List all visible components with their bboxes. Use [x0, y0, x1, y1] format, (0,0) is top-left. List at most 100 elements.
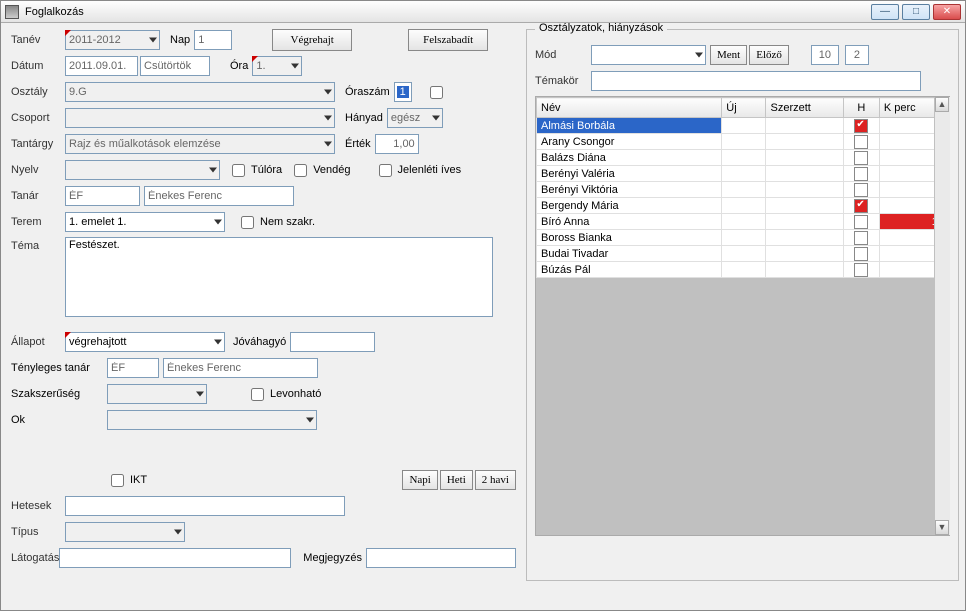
table-row[interactable]: Arany Csongor	[537, 134, 949, 150]
col-h[interactable]: H	[843, 98, 879, 118]
student-name[interactable]: Búzás Pál	[537, 262, 722, 278]
ora-select[interactable]: 1.	[252, 56, 302, 76]
havi-button[interactable]: 2 havi	[475, 470, 516, 490]
students-table[interactable]: Név Új Szerzett H K perc Almási BorbálaA…	[536, 97, 949, 278]
osztaly-select[interactable]: 9.G	[65, 82, 335, 102]
megjegyzes-input[interactable]	[366, 548, 516, 568]
student-name[interactable]: Arany Csongor	[537, 134, 722, 150]
student-name[interactable]: Almási Borbála	[537, 118, 722, 134]
ikt-check[interactable]	[111, 474, 124, 487]
tulora-check[interactable]	[232, 164, 245, 177]
scroll-up-icon[interactable]: ▲	[935, 97, 949, 112]
terem-select[interactable]: 1. emelet 1.	[65, 212, 225, 232]
nap-input[interactable]	[194, 30, 232, 50]
tantargy-select[interactable]: Rajz és műalkotások elemzése	[65, 134, 335, 154]
h-cell[interactable]	[843, 214, 879, 230]
maximize-button[interactable]: □	[902, 4, 930, 20]
szerzett-cell[interactable]	[766, 246, 843, 262]
h-checkbox[interactable]	[854, 151, 868, 165]
szerzett-cell[interactable]	[766, 262, 843, 278]
h-cell[interactable]	[843, 230, 879, 246]
student-name[interactable]: Balázs Diána	[537, 150, 722, 166]
jelenleti-check[interactable]	[379, 164, 392, 177]
h-checkbox[interactable]	[854, 263, 868, 277]
uj-cell[interactable]	[722, 246, 766, 262]
tanev-select[interactable]: 2011-2012	[65, 30, 160, 50]
table-row[interactable]: Búzás Pál	[537, 262, 949, 278]
h-cell[interactable]	[843, 198, 879, 214]
szerzett-cell[interactable]	[766, 150, 843, 166]
table-row[interactable]: Bíró Anna12	[537, 214, 949, 230]
table-scrollbar[interactable]: ▲ ▼	[934, 97, 950, 535]
h-checkbox[interactable]	[854, 231, 868, 245]
student-name[interactable]: Budai Tivadar	[537, 246, 722, 262]
col-szerzett[interactable]: Szerzett	[766, 98, 843, 118]
table-row[interactable]: Bergendy Mária	[537, 198, 949, 214]
close-button[interactable]: ✕	[933, 4, 961, 20]
szerzett-cell[interactable]	[766, 134, 843, 150]
col-nev[interactable]: Név	[537, 98, 722, 118]
nyelv-select[interactable]	[65, 160, 220, 180]
h-checkbox[interactable]	[854, 215, 868, 229]
h-checkbox[interactable]	[854, 199, 868, 213]
csoport-select[interactable]	[65, 108, 335, 128]
h-cell[interactable]	[843, 150, 879, 166]
h-checkbox[interactable]	[854, 167, 868, 181]
minimize-button[interactable]: —	[871, 4, 899, 20]
ment-button[interactable]: Ment	[710, 45, 747, 65]
student-name[interactable]: Bíró Anna	[537, 214, 722, 230]
tema-textarea[interactable]: Festészet.	[65, 237, 493, 317]
uj-cell[interactable]	[722, 150, 766, 166]
uj-cell[interactable]	[722, 262, 766, 278]
felszabadit-button[interactable]: Felszabadít	[408, 29, 488, 51]
nemszakr-check[interactable]	[241, 216, 254, 229]
szerzett-cell[interactable]	[766, 182, 843, 198]
table-row[interactable]: Budai Tivadar	[537, 246, 949, 262]
table-row[interactable]: Berényi Viktória	[537, 182, 949, 198]
allapot-select[interactable]: végrehajtott	[65, 332, 225, 352]
table-row[interactable]: Berényi Valéria	[537, 166, 949, 182]
h-checkbox[interactable]	[854, 183, 868, 197]
szerzett-cell[interactable]	[766, 166, 843, 182]
szerzett-cell[interactable]	[766, 198, 843, 214]
temakor-input[interactable]	[591, 71, 921, 91]
tipus-select[interactable]	[65, 522, 185, 542]
uj-cell[interactable]	[722, 182, 766, 198]
uj-cell[interactable]	[722, 198, 766, 214]
h-checkbox[interactable]	[854, 119, 868, 133]
student-name[interactable]: Boross Bianka	[537, 230, 722, 246]
tanar-code[interactable]	[65, 186, 140, 206]
h-cell[interactable]	[843, 134, 879, 150]
szakszeruseg-select[interactable]	[107, 384, 207, 404]
h-cell[interactable]	[843, 182, 879, 198]
heti-button[interactable]: Heti	[440, 470, 473, 490]
szerzett-cell[interactable]	[766, 214, 843, 230]
elozo-button[interactable]: Előző	[749, 45, 789, 65]
uj-cell[interactable]	[722, 230, 766, 246]
oraszam-check[interactable]	[430, 86, 443, 99]
col-uj[interactable]: Új	[722, 98, 766, 118]
student-name[interactable]: Bergendy Mária	[537, 198, 722, 214]
ok-select[interactable]	[107, 410, 317, 430]
uj-cell[interactable]	[722, 118, 766, 134]
h-cell[interactable]	[843, 118, 879, 134]
table-row[interactable]: Almási Borbála	[537, 118, 949, 134]
scroll-down-icon[interactable]: ▼	[935, 520, 949, 535]
hanyad-select[interactable]: egész	[387, 108, 443, 128]
student-name[interactable]: Berényi Valéria	[537, 166, 722, 182]
mod-select[interactable]	[591, 45, 706, 65]
datum-input[interactable]	[65, 56, 138, 76]
h-cell[interactable]	[843, 246, 879, 262]
h-cell[interactable]	[843, 262, 879, 278]
uj-cell[interactable]	[722, 134, 766, 150]
h-checkbox[interactable]	[854, 247, 868, 261]
h-cell[interactable]	[843, 166, 879, 182]
napi-button[interactable]: Napi	[402, 470, 437, 490]
levonhato-check[interactable]	[251, 388, 264, 401]
vegrehajt-button[interactable]: Végrehajt	[272, 29, 352, 51]
tenyleges-code[interactable]	[107, 358, 159, 378]
uj-cell[interactable]	[722, 214, 766, 230]
oraszam-input[interactable]: 1	[394, 82, 412, 102]
vendeg-check[interactable]	[294, 164, 307, 177]
table-row[interactable]: Balázs Diána	[537, 150, 949, 166]
